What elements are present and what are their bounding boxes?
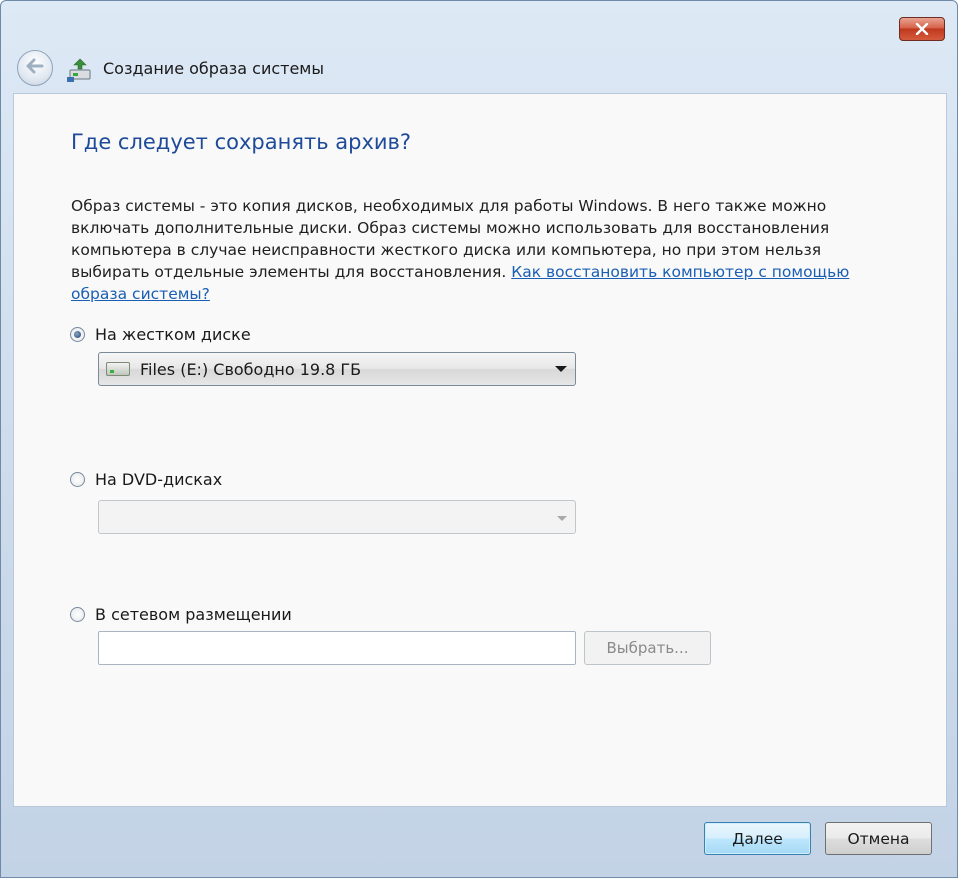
option-network[interactable]: В сетевом размещении: [70, 605, 292, 624]
option-dvd[interactable]: На DVD-дисках: [70, 470, 222, 489]
backup-wizard-window: Создание образа системы Где следует сохр…: [0, 0, 958, 878]
wizard-content: Где следует сохранять архив? Образ систе…: [13, 93, 947, 807]
dvd-radio[interactable]: [70, 472, 85, 487]
system-image-backup-icon: [67, 57, 93, 83]
browse-button[interactable]: Выбрать...: [584, 631, 711, 665]
cancel-button[interactable]: Отмена: [825, 822, 932, 855]
network-label: В сетевом размещении: [95, 605, 292, 624]
back-button[interactable]: [17, 50, 53, 86]
page-heading: Где следует сохранять архив?: [71, 130, 412, 154]
close-button[interactable]: [899, 17, 945, 41]
drive-select[interactable]: Files (E:) Свободно 19.8 ГБ: [98, 352, 576, 386]
next-button[interactable]: Далее: [704, 822, 811, 855]
chevron-down-icon: [557, 516, 567, 521]
network-path-input[interactable]: [98, 631, 576, 665]
hard-drive-icon: [106, 362, 130, 376]
description-text: Образ системы - это копия дисков, необхо…: [71, 195, 871, 305]
dvd-drive-select: [98, 500, 576, 534]
back-arrow-icon: [25, 58, 45, 78]
network-radio[interactable]: [70, 607, 85, 622]
hard-disk-radio[interactable]: [70, 327, 85, 342]
window-title: Создание образа системы: [103, 59, 324, 78]
close-icon: [915, 20, 929, 39]
dvd-label: На DVD-дисках: [95, 470, 223, 489]
hard-disk-label: На жестком диске: [95, 325, 251, 344]
drive-select-value: Files (E:) Свободно 19.8 ГБ: [140, 359, 362, 379]
option-hard-disk[interactable]: На жестком диске: [70, 325, 251, 344]
title-bar: Создание образа системы: [1, 1, 959, 93]
chevron-down-icon: [555, 366, 567, 372]
